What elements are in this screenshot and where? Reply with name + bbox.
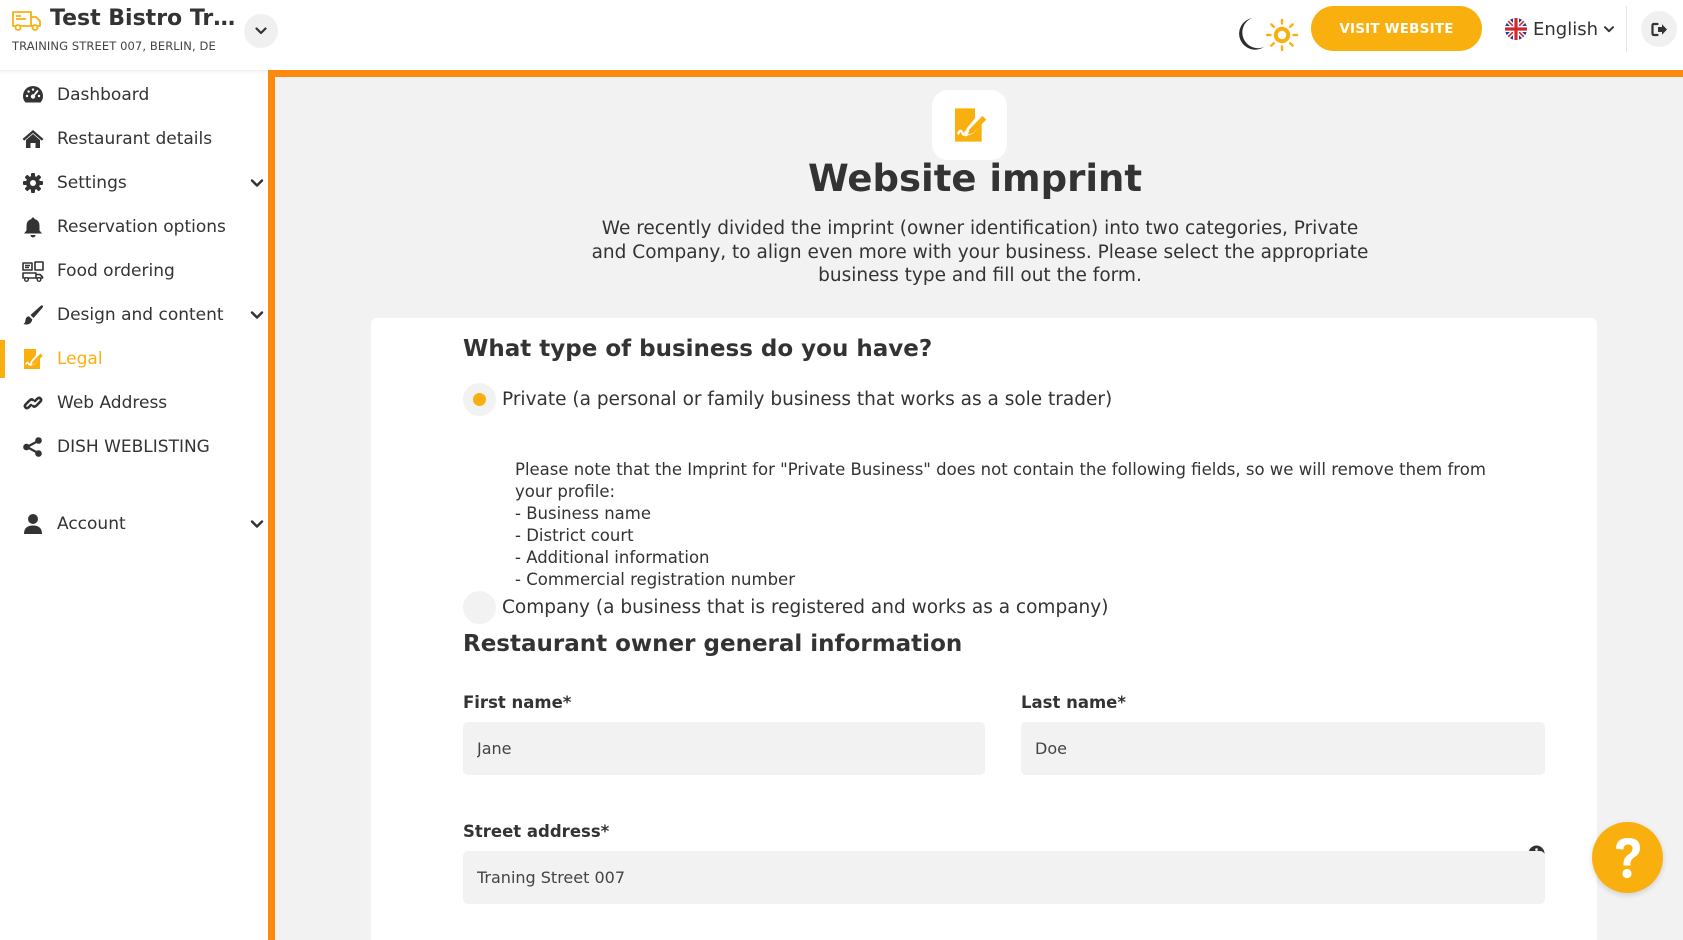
sidebar-item-account[interactable]: Account: [0, 502, 268, 546]
language-selector[interactable]: English: [1505, 16, 1614, 42]
gear-icon: [23, 173, 43, 193]
removed-field-item: Business name: [515, 503, 1515, 525]
page-icon-container: [932, 90, 1007, 160]
home-icon: [22, 130, 44, 148]
private-business-label: Private (a personal or family business t…: [502, 388, 1113, 410]
restaurant-address: TRAINING STREET 007, BERLIN, DE: [12, 39, 216, 53]
uk-flag-icon: [1505, 18, 1527, 40]
chevron-down-icon: [255, 27, 267, 35]
share-icon: [23, 437, 42, 457]
top-accent-border: [268, 70, 1683, 77]
sidebar-item-food-ordering[interactable]: Food ordering: [0, 249, 268, 293]
chevron-down-icon: [250, 179, 264, 187]
radio-button-unselected[interactable]: [463, 590, 496, 624]
last-name-label: Last name*: [1021, 693, 1126, 712]
sidebar-item-label: Food ordering: [57, 261, 175, 281]
restaurant-name: Test Bistro Training: [50, 6, 245, 31]
sidebar-item-reservation-options[interactable]: Reservation options: [0, 205, 268, 249]
company-business-label: Company (a business that is registered a…: [502, 596, 1109, 618]
owner-info-heading: Restaurant owner general information: [463, 631, 963, 657]
sidebar-item-label: Account: [57, 514, 126, 534]
sidebar-item-legal[interactable]: Legal: [0, 337, 268, 381]
sidebar-item-label: Restaurant details: [57, 129, 213, 149]
legal-icon: [24, 349, 43, 369]
radio-selected-dot: [473, 392, 486, 406]
radio-button-selected[interactable]: [463, 382, 496, 416]
page-title: Website imprint: [807, 157, 1143, 200]
legal-document-icon: [954, 108, 986, 142]
removed-field-item: Commercial registration number: [515, 569, 1515, 591]
dashboard-icon: [23, 86, 43, 103]
sidebar-item-label: Web Address: [57, 393, 168, 413]
sidebar-item-web-address[interactable]: Web Address: [0, 381, 268, 425]
last-name-input[interactable]: [1021, 722, 1545, 775]
food-ordering-icon: [22, 261, 44, 283]
question-mark-icon: [1615, 837, 1640, 878]
sidebar-item-dish-weblisting[interactable]: DISH WEBLISTING: [0, 425, 268, 469]
brush-icon: [23, 305, 43, 325]
sidebar-item-design-and-content[interactable]: Design and content: [0, 293, 268, 337]
sidebar-nav: Dashboard Restaurant details Settings Re…: [0, 70, 268, 940]
sidebar-item-label: Dashboard: [57, 85, 150, 105]
language-label: English: [1533, 18, 1598, 40]
chevron-down-icon: [250, 520, 264, 528]
removed-fields-list: Business name District court Additional …: [515, 503, 1515, 591]
user-icon: [24, 514, 42, 534]
main-content: Website imprint We recently divided the …: [275, 77, 1683, 940]
page-intro-text: We recently divided the imprint (owner i…: [591, 218, 1369, 286]
sidebar-accent-border: [268, 70, 275, 940]
private-note-intro: Please note that the Imprint for "Privat…: [515, 460, 1486, 501]
chevron-down-icon: [250, 311, 264, 319]
removed-field-item: District court: [515, 525, 1515, 547]
theme-toggle[interactable]: [1230, 14, 1300, 54]
removed-field-item: Additional information: [515, 547, 1515, 569]
moon-icon: [1239, 18, 1264, 50]
help-button[interactable]: [1592, 822, 1663, 893]
street-address-label: Street address*: [463, 822, 610, 841]
food-truck-icon: [12, 11, 41, 31]
first-name-input[interactable]: [463, 722, 985, 775]
private-business-radio[interactable]: Private (a personal or family business t…: [463, 382, 1112, 416]
sidebar-item-restaurant-details[interactable]: Restaurant details: [0, 117, 268, 161]
restaurant-switcher-button[interactable]: [244, 14, 278, 48]
sidebar-item-label: Design and content: [57, 305, 224, 325]
business-type-heading: What type of business do you have?: [463, 336, 933, 362]
visit-website-button[interactable]: VISIT WEBSITE: [1311, 6, 1482, 51]
link-icon: [23, 396, 43, 410]
company-business-radio[interactable]: Company (a business that is registered a…: [463, 590, 1108, 624]
imprint-form-card: What type of business do you have? Priva…: [371, 318, 1597, 940]
private-business-note: Please note that the Imprint for "Privat…: [515, 459, 1515, 591]
first-name-label: First name*: [463, 693, 572, 712]
sidebar-item-label: Reservation options: [57, 217, 226, 237]
bell-icon: [24, 217, 42, 238]
sidebar-item-label: Settings: [57, 173, 127, 193]
sidebar-item-dashboard[interactable]: Dashboard: [0, 73, 268, 117]
header-divider: [1626, 6, 1627, 52]
street-address-input[interactable]: [463, 851, 1545, 904]
chevron-down-icon: [1604, 25, 1614, 32]
sidebar-item-label: DISH WEBLISTING: [57, 437, 210, 457]
logout-button[interactable]: [1641, 11, 1677, 47]
top-header: Test Bistro Training TRAINING STREET 007…: [0, 0, 1683, 70]
sidebar-item-settings[interactable]: Settings: [0, 161, 268, 205]
logout-icon: [1650, 22, 1667, 36]
sidebar-item-label: Legal: [57, 349, 103, 369]
